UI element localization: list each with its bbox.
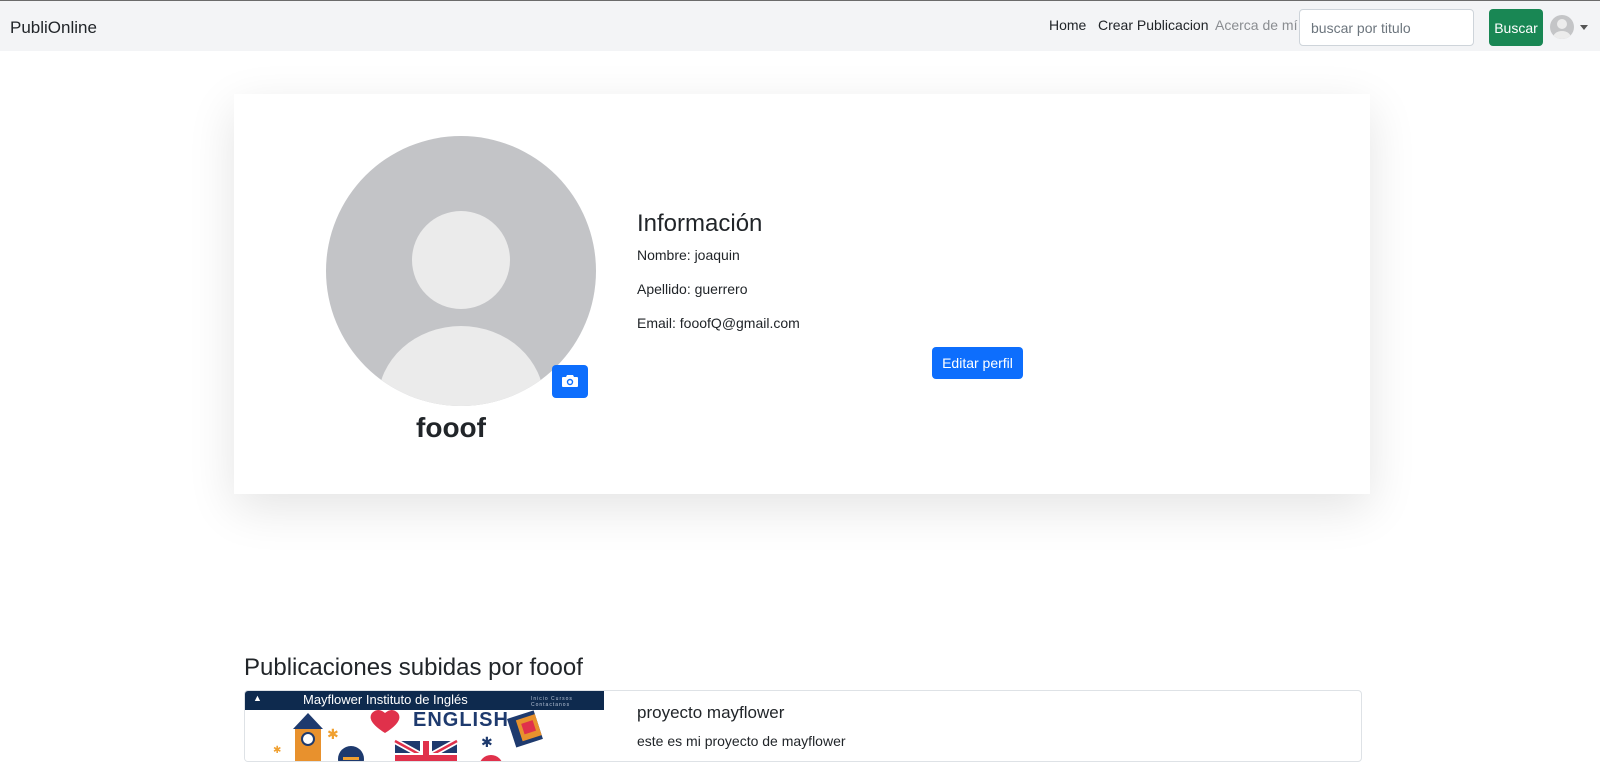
publication-card[interactable]: ▲ Mayflower Instituto de Inglés Inicio C… xyxy=(244,690,1362,762)
publication-title[interactable]: proyecto mayflower xyxy=(637,703,784,723)
brand-link[interactable]: PubliOnline xyxy=(10,18,97,38)
camera-icon xyxy=(562,375,578,387)
publication-thumbnail[interactable]: ▲ Mayflower Instituto de Inglés Inicio C… xyxy=(245,691,604,761)
edit-profile-button[interactable]: Editar perfil xyxy=(932,347,1023,379)
svg-text:✱: ✱ xyxy=(327,727,339,743)
info-email: Email: fooofQ@gmail.com xyxy=(637,315,800,331)
search-button[interactable]: Buscar xyxy=(1489,9,1543,46)
info-nombre: Nombre: joaquin xyxy=(637,247,740,263)
info-heading: Información xyxy=(637,210,763,237)
thumbnail-english-text: ENGLISH xyxy=(413,709,509,731)
change-photo-button[interactable] xyxy=(552,365,588,398)
profile-username: fooof xyxy=(416,412,486,443)
info-apellido: Apellido: guerrero xyxy=(637,281,748,297)
search-input[interactable] xyxy=(1299,9,1474,46)
nav-link-home[interactable]: Home xyxy=(1049,17,1086,33)
publication-description: este es mi proyecto de mayflower xyxy=(637,733,846,749)
navbar: PubliOnline Home Crear Publicacion Acerc… xyxy=(0,0,1600,51)
svg-text:✱: ✱ xyxy=(273,745,281,756)
nav-link-crear-publicacion[interactable]: Crear Publicacion xyxy=(1098,17,1209,33)
nav-link-acerca[interactable]: Acerca de mí xyxy=(1215,17,1297,33)
dropdown-caret-icon[interactable] xyxy=(1580,25,1588,30)
svg-text:✱: ✱ xyxy=(481,735,493,751)
user-avatar-icon[interactable] xyxy=(1550,15,1574,39)
publications-heading: Publicaciones subidas por fooof xyxy=(244,654,583,681)
